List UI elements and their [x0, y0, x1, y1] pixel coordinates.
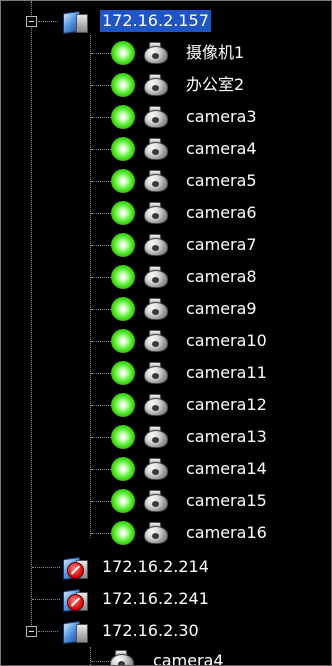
- online-status-icon: [111, 361, 135, 385]
- tree-node-server[interactable]: 172.16.2.157: [1, 5, 331, 37]
- online-status-icon: [111, 73, 135, 97]
- camera-label: camera10: [186, 331, 267, 350]
- camera-label: camera8: [186, 267, 257, 286]
- online-status-icon: [111, 521, 135, 545]
- tree-node-camera[interactable]: camera7: [1, 229, 331, 261]
- dome-camera-icon: [143, 105, 169, 129]
- server-label: 172.16.2.157: [100, 10, 211, 32]
- camera-label: camera13: [186, 427, 267, 446]
- collapse-toggle-icon[interactable]: [26, 16, 37, 27]
- camera-label: camera6: [186, 203, 257, 222]
- online-status-icon: [111, 233, 135, 257]
- dome-camera-icon: [143, 265, 169, 289]
- online-status-icon: [111, 137, 135, 161]
- tree-node-camera[interactable]: camera5: [1, 165, 331, 197]
- camera-label: camera4: [186, 139, 257, 158]
- camera-label: camera9: [186, 299, 257, 318]
- camera-label: camera11: [186, 363, 267, 382]
- camera-label: camera3: [186, 107, 257, 126]
- tree-node-camera[interactable]: camera16: [1, 517, 331, 549]
- camera-label: camera16: [186, 523, 267, 542]
- tree-node-server[interactable]: 172.16.2.30: [1, 615, 331, 647]
- dome-camera-icon: [109, 649, 135, 665]
- server-icon: [61, 9, 89, 35]
- camera-label: 摄像机1: [186, 43, 245, 62]
- tree-node-camera[interactable]: camera8: [1, 261, 331, 293]
- dome-camera-icon: [143, 297, 169, 321]
- dome-camera-icon: [143, 73, 169, 97]
- online-status-icon: [111, 393, 135, 417]
- device-tree: 172.16.2.157 摄像机1 办公室2 camera3 camera4 c…: [0, 0, 332, 666]
- dome-camera-icon: [143, 201, 169, 225]
- online-status-icon: [111, 489, 135, 513]
- tree-node-camera[interactable]: camera6: [1, 197, 331, 229]
- tree-node-camera[interactable]: 摄像机1: [1, 37, 331, 69]
- server-blocked-icon: [61, 555, 89, 581]
- camera-label: camera12: [186, 395, 267, 414]
- tree-node-camera[interactable]: camera4: [1, 133, 331, 165]
- tree-node-camera[interactable]: camera13: [1, 421, 331, 453]
- camera-label: camera4: [153, 651, 224, 666]
- online-status-icon: [111, 41, 135, 65]
- server-label: 172.16.2.241: [102, 589, 209, 608]
- tree-node-camera[interactable]: camera10: [1, 325, 331, 357]
- tree-node-server[interactable]: 172.16.2.214: [1, 551, 331, 583]
- tree-node-camera[interactable]: camera12: [1, 389, 331, 421]
- online-status-icon: [111, 457, 135, 481]
- dome-camera-icon: [143, 233, 169, 257]
- tree-node-server[interactable]: 172.16.2.241: [1, 583, 331, 615]
- online-status-icon: [111, 169, 135, 193]
- tree-node-camera[interactable]: camera14: [1, 453, 331, 485]
- server-icon: [61, 619, 89, 645]
- online-status-icon: [111, 105, 135, 129]
- dome-camera-icon: [143, 457, 169, 481]
- camera-label: camera15: [186, 491, 267, 510]
- dome-camera-icon: [143, 425, 169, 449]
- dome-camera-icon: [143, 489, 169, 513]
- server-label: 172.16.2.30: [102, 621, 199, 640]
- camera-label: 办公室2: [186, 75, 245, 94]
- tree-node-camera[interactable]: camera4: [1, 645, 331, 666]
- dome-camera-icon: [143, 137, 169, 161]
- online-status-icon: [111, 297, 135, 321]
- collapse-toggle-icon[interactable]: [26, 626, 37, 637]
- dome-camera-icon: [143, 361, 169, 385]
- online-status-icon: [111, 265, 135, 289]
- online-status-icon: [111, 329, 135, 353]
- dome-camera-icon: [143, 393, 169, 417]
- camera-label: camera14: [186, 459, 267, 478]
- tree-node-camera[interactable]: 办公室2: [1, 69, 331, 101]
- dome-camera-icon: [143, 169, 169, 193]
- tree-node-camera[interactable]: camera9: [1, 293, 331, 325]
- dome-camera-icon: [143, 521, 169, 545]
- online-status-icon: [111, 201, 135, 225]
- server-label: 172.16.2.214: [102, 557, 209, 576]
- dome-camera-icon: [143, 329, 169, 353]
- online-status-icon: [111, 425, 135, 449]
- server-blocked-icon: [61, 587, 89, 613]
- tree-node-camera[interactable]: camera15: [1, 485, 331, 517]
- dome-camera-icon: [143, 41, 169, 65]
- camera-label: camera7: [186, 235, 257, 254]
- tree-node-camera[interactable]: camera11: [1, 357, 331, 389]
- camera-label: camera5: [186, 171, 257, 190]
- tree-node-camera[interactable]: camera3: [1, 101, 331, 133]
